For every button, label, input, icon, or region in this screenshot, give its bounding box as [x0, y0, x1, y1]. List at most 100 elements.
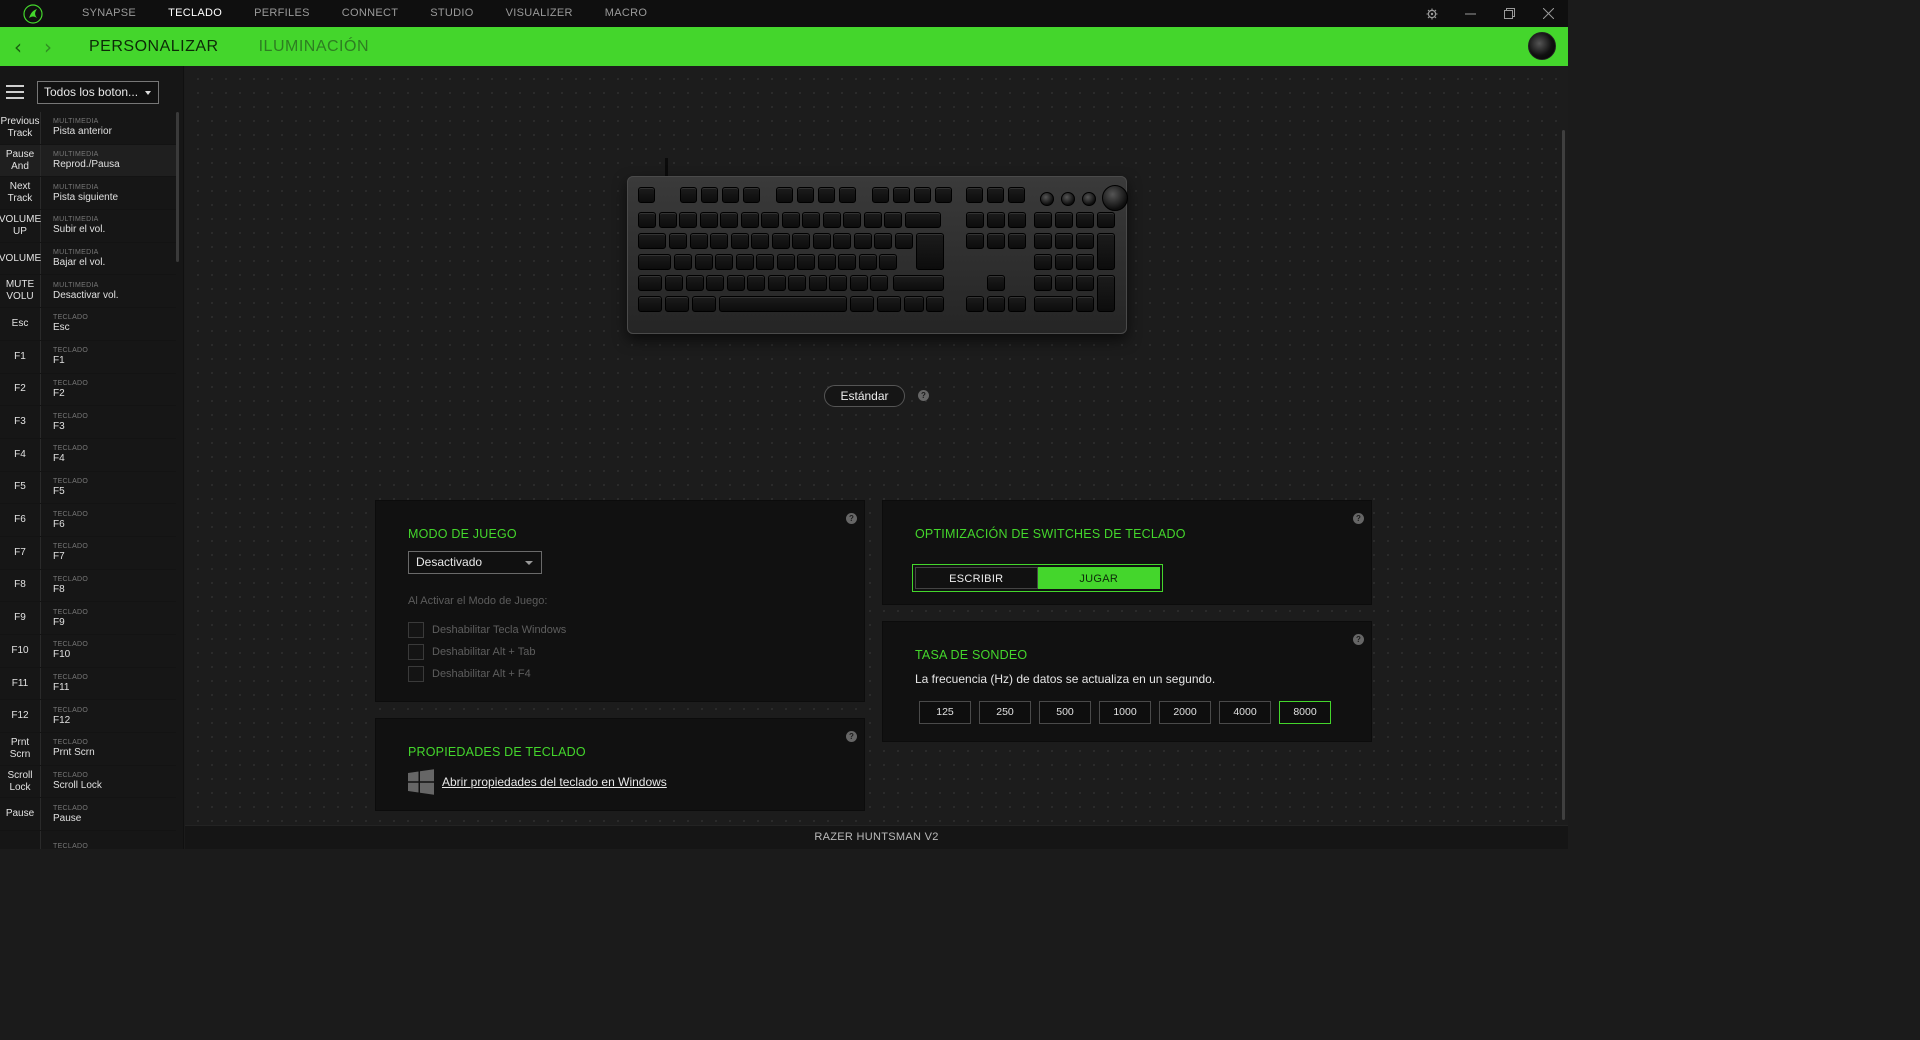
sidebar-scrollbar[interactable]	[176, 112, 179, 262]
keyboard-key[interactable]	[853, 233, 872, 249]
keyboard-key[interactable]	[966, 187, 983, 203]
keyboard-key[interactable]	[710, 233, 728, 249]
keyboard-key[interactable]	[720, 212, 738, 228]
nav-tab-connect[interactable]: CONNECT	[326, 0, 415, 27]
keyboard-key[interactable]	[1055, 233, 1073, 249]
game-mode-dropdown[interactable]: Desactivado	[408, 551, 542, 574]
keyboard-key[interactable]	[1055, 275, 1073, 291]
keyboard-key[interactable]	[966, 212, 984, 228]
back-arrow-icon[interactable]: ‹	[3, 35, 33, 59]
keyboard-key[interactable]	[781, 212, 800, 228]
keyboard-key[interactable]	[893, 187, 910, 203]
disable-windows-key-checkbox[interactable]: Deshabilitar Tecla Windows	[408, 622, 566, 638]
polling-rate-500[interactable]: 500	[1039, 701, 1091, 724]
nav-tab-studio[interactable]: STUDIO	[414, 0, 489, 27]
keyboard-key[interactable]	[1055, 254, 1073, 270]
keyboard-key[interactable]	[1034, 296, 1073, 312]
checkbox-box[interactable]	[408, 666, 424, 682]
keyboard-key[interactable]	[730, 233, 749, 249]
keyboard-key[interactable]	[701, 187, 718, 203]
keyboard-key[interactable]	[874, 233, 892, 249]
keyboard-key[interactable]	[792, 233, 810, 249]
polling-rate-125[interactable]: 125	[919, 701, 971, 724]
switch-mode-toggle[interactable]: ESCRIBIR JUGAR	[912, 564, 1163, 592]
razer-logo-icon[interactable]	[0, 0, 66, 27]
keyboard-key[interactable]	[838, 254, 856, 270]
keyboard-key[interactable]	[1008, 187, 1025, 203]
keyboard-key[interactable]	[1076, 296, 1094, 312]
keyboard-key[interactable]	[987, 233, 1005, 249]
keyboard-key[interactable]	[685, 275, 704, 291]
keyboard-key[interactable]	[839, 187, 856, 203]
tab-personalizar[interactable]: PERSONALIZAR	[69, 38, 239, 56]
keyboard-key[interactable]	[1008, 233, 1026, 249]
key-assignment-row[interactable]: Next Track MULTIMEDIA Pista siguiente	[0, 177, 176, 211]
keyboard-key[interactable]	[699, 212, 718, 228]
help-icon[interactable]: ?	[846, 513, 857, 524]
keyboard-key[interactable]	[665, 275, 683, 291]
keyboard-key[interactable]	[884, 212, 902, 228]
keyboard-key[interactable]	[877, 296, 901, 312]
keyboard-key[interactable]	[843, 212, 861, 228]
key-assignment-row[interactable]: F9 TECLADO F9	[0, 602, 176, 635]
keyboard-key[interactable]	[1076, 254, 1094, 270]
keyboard-key[interactable]	[850, 296, 874, 312]
key-assignment-row[interactable]: Pause TECLADO Pause	[0, 798, 176, 832]
polling-rate-2000[interactable]: 2000	[1159, 701, 1211, 724]
escribir-button[interactable]: ESCRIBIR	[915, 567, 1038, 589]
keyboard-key[interactable]	[894, 233, 913, 249]
open-keyboard-properties-link[interactable]: Abrir propiedades del teclado en Windows	[442, 775, 667, 789]
keyboard-key[interactable]	[767, 275, 786, 291]
keyboard-key[interactable]	[638, 233, 666, 249]
key-assignment-row[interactable]: F11 TECLADO F11	[0, 667, 176, 701]
key-assignment-row[interactable]: Prnt Scrn TECLADO Prnt Scrn	[0, 733, 176, 766]
keyboard-key[interactable]	[747, 275, 765, 291]
polling-rate-1000[interactable]: 1000	[1099, 701, 1151, 724]
keyboard-key[interactable]	[680, 187, 697, 203]
keyboard-key[interactable]	[638, 254, 671, 270]
keyboard-key[interactable]	[987, 296, 1005, 312]
key-assignment-row[interactable]: F8 TECLADO F8	[0, 569, 176, 603]
keyboard-key[interactable]	[904, 296, 924, 312]
keyboard-key[interactable]	[638, 296, 662, 312]
nav-tab-visualizer[interactable]: VISUALIZER	[490, 0, 589, 27]
keyboard-key[interactable]	[966, 233, 984, 249]
help-icon[interactable]: ?	[1353, 634, 1364, 645]
gear-icon[interactable]	[1412, 0, 1451, 27]
disable-alt-f4-checkbox[interactable]: Deshabilitar Alt + F4	[408, 666, 531, 682]
keyboard-key[interactable]	[817, 254, 836, 270]
keyboard-key[interactable]	[692, 296, 716, 312]
keyboard-key[interactable]	[893, 275, 944, 291]
polling-rate-4000[interactable]: 4000	[1219, 701, 1271, 724]
keyboard-key[interactable]	[776, 187, 793, 203]
media-button[interactable]	[1082, 192, 1096, 206]
keyboard-key[interactable]	[669, 233, 687, 249]
keyboard-mode-pill[interactable]: Estándar	[824, 385, 905, 407]
keyboard-key[interactable]	[1008, 212, 1026, 228]
keyboard-key[interactable]	[870, 275, 888, 291]
keyboard-key[interactable]	[797, 254, 815, 270]
keyboard-key[interactable]	[1034, 233, 1052, 249]
key-assignment-row[interactable]: Esc TECLADO Esc	[0, 308, 176, 341]
keyboard-key[interactable]	[1097, 275, 1115, 312]
keyboard-key[interactable]	[914, 187, 931, 203]
key-assignment-row[interactable]: VOLUME UP MULTIMEDIA Subir el vol.	[0, 210, 176, 243]
device-avatar[interactable]	[1528, 32, 1556, 60]
keyboard-key[interactable]	[879, 254, 897, 270]
keyboard-key[interactable]	[966, 296, 984, 312]
keyboard-key[interactable]	[797, 187, 814, 203]
close-icon[interactable]	[1529, 0, 1568, 27]
media-button[interactable]	[1061, 192, 1075, 206]
keyboard-key[interactable]	[756, 254, 774, 270]
button-filter-dropdown[interactable]: Todos los boton...	[37, 80, 159, 104]
disable-alt-tab-checkbox[interactable]: Deshabilitar Alt + Tab	[408, 644, 535, 660]
keyboard-key[interactable]	[987, 187, 1004, 203]
keyboard-key[interactable]	[735, 254, 754, 270]
keyboard-key[interactable]	[1055, 212, 1073, 228]
minimize-icon[interactable]	[1451, 0, 1490, 27]
keyboard-key[interactable]	[776, 254, 795, 270]
key-assignment-row[interactable]: MUTE VOLU MULTIMEDIA Desactivar vol.	[0, 275, 176, 309]
keyboard-key[interactable]	[822, 212, 841, 228]
key-assignment-row[interactable]: F5 TECLADO F5	[0, 471, 176, 505]
keyboard-key[interactable]	[812, 233, 831, 249]
